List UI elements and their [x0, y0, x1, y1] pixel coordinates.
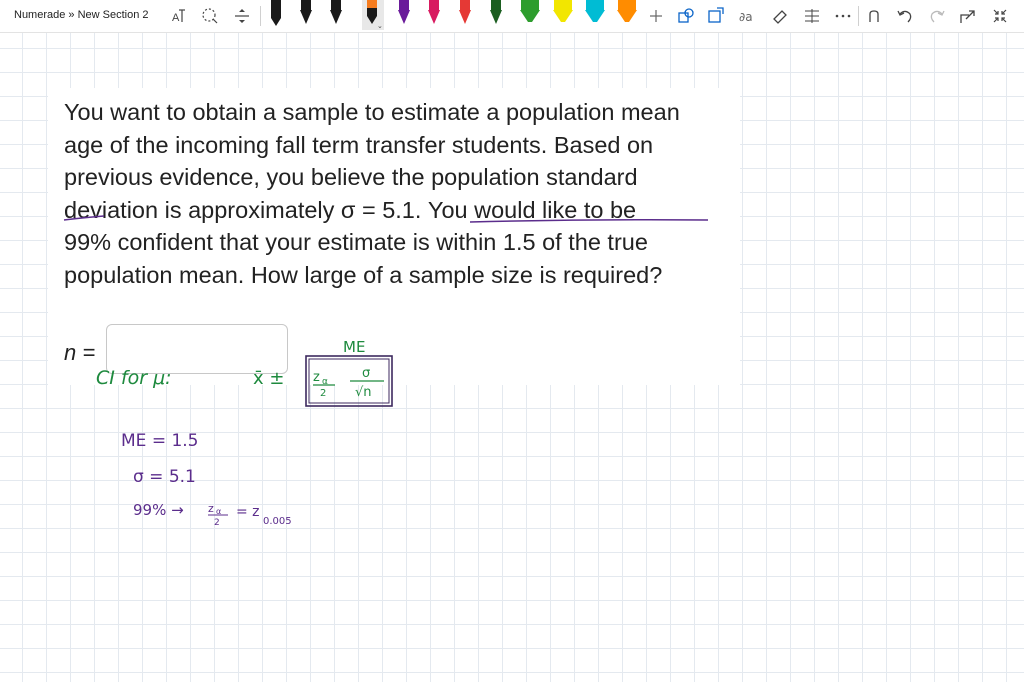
toolbar-separator — [858, 6, 859, 26]
touch-draw-icon[interactable] — [864, 6, 884, 26]
toolbar: Numerade » New Section 2 A ⌄ ∂a — [0, 0, 1024, 33]
pen-purple-icon[interactable] — [396, 0, 412, 30]
svg-text:⌄: ⌄ — [377, 23, 383, 30]
pen-black-3-icon[interactable] — [328, 0, 344, 30]
pen-red-icon[interactable] — [457, 0, 473, 30]
add-pen-icon[interactable] — [646, 6, 666, 26]
ruler-icon[interactable] — [802, 6, 822, 26]
pen-black-icon[interactable] — [268, 0, 284, 30]
shapes-icon[interactable] — [676, 6, 696, 26]
question-text: You want to obtain a sample to estimate … — [64, 96, 740, 291]
pen-black-2-icon[interactable] — [298, 0, 314, 30]
highlighter-cyan-icon[interactable] — [583, 0, 607, 30]
pen-green-dark-icon[interactable] — [488, 0, 504, 30]
question-line: previous evidence, you believe the popul… — [64, 164, 638, 190]
pen-orange-selected-icon[interactable]: ⌄ — [362, 0, 384, 30]
ink-to-shape-icon[interactable] — [706, 6, 726, 26]
insert-space-icon[interactable] — [232, 6, 252, 26]
question-line: 99% confident that your estimate is with… — [64, 229, 648, 255]
ink-to-math-icon[interactable]: ∂a — [737, 6, 757, 26]
question-line: age of the incoming fall term transfer s… — [64, 131, 654, 158]
toolbar-separator — [260, 6, 261, 26]
undo-icon[interactable] — [895, 6, 915, 26]
sample-size-input[interactable] — [106, 324, 288, 374]
lasso-select-icon[interactable] — [200, 6, 220, 26]
highlighter-orange-icon[interactable] — [615, 0, 639, 30]
eraser-icon[interactable] — [770, 6, 790, 26]
redo-icon[interactable] — [927, 6, 947, 26]
text-insert-icon[interactable]: A — [170, 6, 190, 26]
highlighter-yellow-icon[interactable] — [551, 0, 575, 30]
pen-magenta-icon[interactable] — [426, 0, 442, 30]
highlighter-green-icon[interactable] — [518, 0, 542, 30]
more-options-icon[interactable] — [833, 6, 853, 26]
svg-text:∂a: ∂a — [739, 10, 753, 24]
question-line: deviation is approximately σ = 5.1. You … — [64, 196, 637, 223]
question-card: You want to obtain a sample to estimate … — [48, 88, 740, 385]
svg-text:A: A — [172, 12, 180, 24]
question-line: You want to obtain a sample to estimate … — [64, 99, 680, 125]
share-icon[interactable] — [958, 6, 978, 26]
breadcrumb[interactable]: Numerade » New Section 2 — [14, 9, 149, 21]
fullscreen-collapse-icon[interactable] — [990, 6, 1010, 26]
question-line: population mean. How large of a sample s… — [64, 261, 663, 288]
notebook-canvas[interactable]: You want to obtain a sample to estimate … — [0, 33, 1024, 682]
answer-label: n = — [64, 340, 96, 365]
